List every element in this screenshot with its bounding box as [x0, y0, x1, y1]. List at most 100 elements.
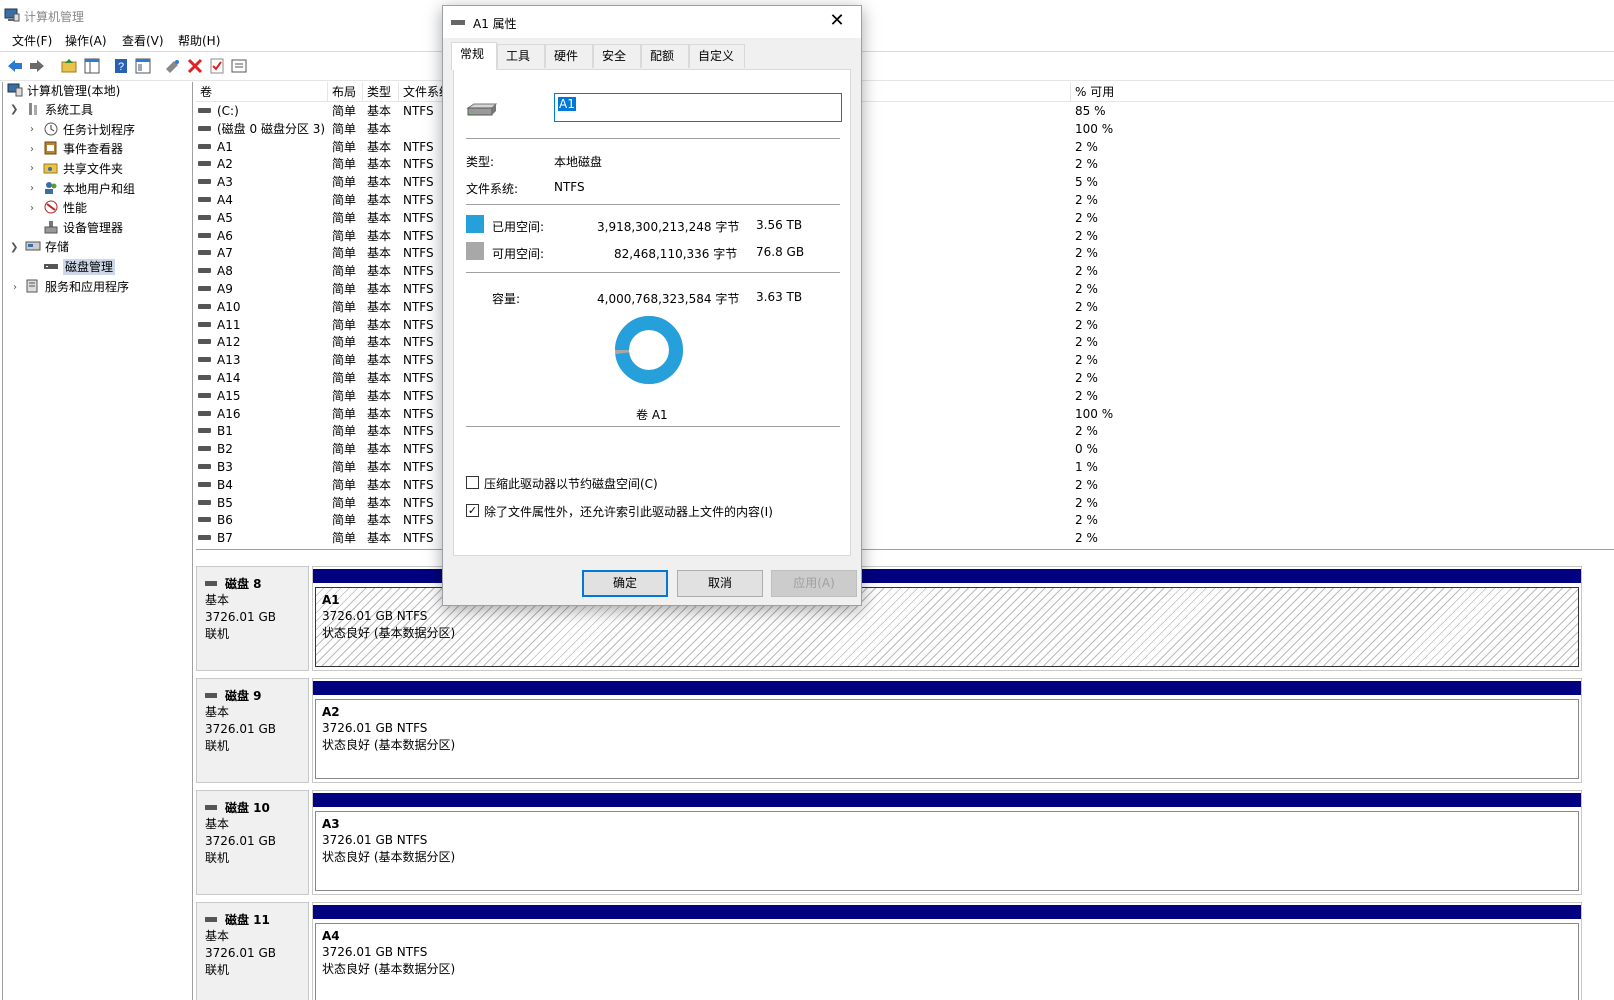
tree-item-services-apps[interactable]: 服务和应用程序 — [25, 278, 129, 296]
back-arrow-icon[interactable] — [6, 57, 24, 75]
up-folder-icon[interactable] — [60, 57, 78, 75]
tab-general[interactable]: 常规 — [451, 42, 497, 70]
disk-info[interactable]: 磁盘 11 基本 3726.01 GB 联机 — [196, 902, 309, 1000]
help-icon[interactable]: ? — [112, 57, 130, 75]
cell-layout: 简单 — [332, 335, 357, 350]
column-percent-free[interactable]: % 可用 — [1071, 82, 1614, 102]
tree-item-performance[interactable]: 性能 — [43, 199, 87, 217]
table-row[interactable]: A4 简单 基本 NTFS 2 % — [196, 192, 1614, 210]
cell-free: 2 % — [1075, 335, 1098, 350]
cell-free: 2 % — [1075, 282, 1098, 296]
table-row[interactable]: A13 简单 基本 NTFS 2 % — [196, 352, 1614, 370]
tree-item-storage[interactable]: 存储 — [25, 238, 69, 256]
table-row[interactable]: A8 简单 基本 NTFS 2 % — [196, 263, 1614, 281]
table-row[interactable]: A7 简单 基本 NTFS 2 % — [196, 245, 1614, 263]
tab-hardware[interactable]: 硬件 — [545, 44, 593, 68]
tree-item-task-scheduler[interactable]: 任务计划程序 — [43, 121, 135, 139]
connect-icon[interactable] — [164, 57, 182, 75]
local-users-icon — [45, 182, 57, 194]
cell-fs: NTFS — [403, 495, 434, 510]
tree-item-shared-folders[interactable]: 共享文件夹 — [43, 160, 123, 178]
table-row[interactable]: B6 简单 基本 NTFS 2 % — [196, 512, 1614, 530]
tab-security[interactable]: 安全 — [593, 44, 641, 68]
chevron-right-icon[interactable]: › — [30, 124, 34, 135]
cell-fs: NTFS — [403, 406, 434, 421]
navigation-tree: 计算机管理(本地) ❯ 系统工具 › 任务计划程序 › 事件查看器 › 共享文件… — [2, 82, 193, 1000]
table-row[interactable]: A9 简单 基本 NTFS 2 % — [196, 281, 1614, 299]
table-row[interactable]: A3 简单 基本 NTFS 5 % — [196, 174, 1614, 192]
apply-button[interactable]: 应用(A) — [771, 570, 857, 597]
cell-layout: 简单 — [332, 282, 357, 296]
table-row[interactable]: B5 简单 基本 NTFS 2 % — [196, 495, 1614, 513]
tab-customize[interactable]: 自定义 — [689, 44, 745, 68]
tree-item-system-tools[interactable]: 系统工具 — [25, 101, 93, 119]
chevron-down-icon[interactable]: ❯ — [10, 242, 18, 253]
partition-body[interactable]: A2 3726.01 GB NTFS 状态良好 (基本数据分区) — [315, 699, 1579, 779]
menu-action[interactable]: 操作(A) — [65, 32, 107, 49]
window-title: 计算机管理 — [24, 10, 85, 24]
table-row[interactable]: A6 简单 基本 NTFS 2 % — [196, 228, 1614, 246]
show-hide-tree-icon[interactable] — [83, 57, 101, 75]
table-row[interactable]: B4 简单 基本 NTFS 2 % — [196, 477, 1614, 495]
column-layout[interactable]: 布局 — [328, 82, 363, 102]
disk-info[interactable]: 磁盘 9 基本 3726.01 GB 联机 — [196, 678, 309, 783]
partition-body[interactable]: A3 3726.01 GB NTFS 状态良好 (基本数据分区) — [315, 811, 1579, 891]
table-row[interactable]: A15 简单 基本 NTFS 2 % — [196, 388, 1614, 406]
tab-tools[interactable]: 工具 — [497, 44, 545, 68]
cell-type: 基本 — [367, 335, 392, 350]
chevron-right-icon[interactable]: › — [30, 183, 34, 194]
table-row[interactable]: A2 简单 基本 NTFS 2 % — [196, 156, 1614, 174]
partition[interactable]: A3 3726.01 GB NTFS 状态良好 (基本数据分区) — [312, 790, 1582, 895]
partition[interactable]: A2 3726.01 GB NTFS 状态良好 (基本数据分区) — [312, 678, 1582, 783]
cancel-button[interactable]: 取消 — [677, 570, 763, 597]
table-row[interactable]: B2 简单 基本 NTFS 0 % — [196, 441, 1614, 459]
partition[interactable]: A4 3726.01 GB NTFS 状态良好 (基本数据分区) — [312, 902, 1582, 1000]
column-type[interactable]: 类型 — [363, 82, 399, 102]
close-icon[interactable]: ✕ — [825, 10, 849, 31]
forward-arrow-icon[interactable] — [28, 57, 46, 75]
table-row[interactable]: A10 简单 基本 NTFS 2 % — [196, 299, 1614, 317]
check-icon[interactable] — [208, 57, 226, 75]
partition-body[interactable]: A4 3726.01 GB NTFS 状态良好 (基本数据分区) — [315, 923, 1579, 1000]
index-checkbox[interactable]: ✓ — [466, 504, 479, 517]
table-row[interactable]: A1 简单 基本 NTFS 2 % — [196, 139, 1614, 157]
tree-item-disk-management[interactable]: 磁盘管理 — [43, 258, 116, 276]
chevron-right-icon[interactable]: › — [30, 203, 34, 214]
cell-free: 2 % — [1075, 299, 1098, 314]
ok-button[interactable]: 确定 — [582, 570, 668, 597]
tree-item-device-manager[interactable]: 设备管理器 — [43, 219, 123, 237]
tree-item-event-viewer[interactable]: 事件查看器 — [43, 140, 123, 158]
cell-layout: 简单 — [332, 193, 357, 207]
menu-file[interactable]: 文件(F) — [12, 32, 52, 49]
properties-view-icon[interactable] — [134, 57, 152, 75]
table-row[interactable]: (C:) 简单 基本 NTFS 85 % — [196, 103, 1614, 121]
cell-free: 5 % — [1075, 175, 1098, 190]
menu-view[interactable]: 查看(V) — [122, 32, 164, 49]
table-row[interactable]: A14 简单 基本 NTFS 2 % — [196, 370, 1614, 388]
chevron-right-icon[interactable]: › — [30, 144, 34, 155]
chevron-right-icon[interactable]: › — [30, 163, 34, 174]
tree-item-computer-management[interactable]: 计算机管理(本地) — [7, 82, 120, 100]
column-volume[interactable]: 卷 — [196, 82, 328, 102]
table-row[interactable]: A16 简单 基本 NTFS 100 % — [196, 406, 1614, 424]
volume-name-input[interactable]: A1 — [554, 93, 842, 122]
disk-info[interactable]: 磁盘 8 基本 3726.01 GB 联机 — [196, 566, 309, 671]
cell-type: 基本 — [367, 299, 392, 314]
table-row[interactable]: A11 简单 基本 NTFS 2 % — [196, 317, 1614, 335]
chevron-right-icon[interactable]: › — [13, 282, 17, 293]
table-row[interactable]: B3 简单 基本 NTFS 1 % — [196, 459, 1614, 477]
menu-help[interactable]: 帮助(H) — [178, 32, 220, 49]
compress-checkbox[interactable] — [466, 476, 479, 489]
tab-quota[interactable]: 配额 — [641, 44, 689, 68]
tree-item-local-users[interactable]: 本地用户和组 — [43, 180, 135, 198]
table-row[interactable]: B7 简单 基本 NTFS 2 % — [196, 530, 1614, 548]
delete-icon[interactable] — [186, 57, 204, 75]
chevron-down-icon[interactable]: ❯ — [10, 104, 18, 115]
table-row[interactable]: (磁盘 0 磁盘分区 3) 简单 基本 100 % — [196, 121, 1614, 139]
table-row[interactable]: A5 简单 基本 NTFS 2 % — [196, 210, 1614, 228]
details-icon[interactable] — [230, 57, 248, 75]
cell-vol: A11 — [198, 317, 240, 335]
table-row[interactable]: A12 简单 基本 NTFS 2 % — [196, 334, 1614, 352]
table-row[interactable]: B1 简单 基本 NTFS 2 % — [196, 423, 1614, 441]
disk-info[interactable]: 磁盘 10 基本 3726.01 GB 联机 — [196, 790, 309, 895]
